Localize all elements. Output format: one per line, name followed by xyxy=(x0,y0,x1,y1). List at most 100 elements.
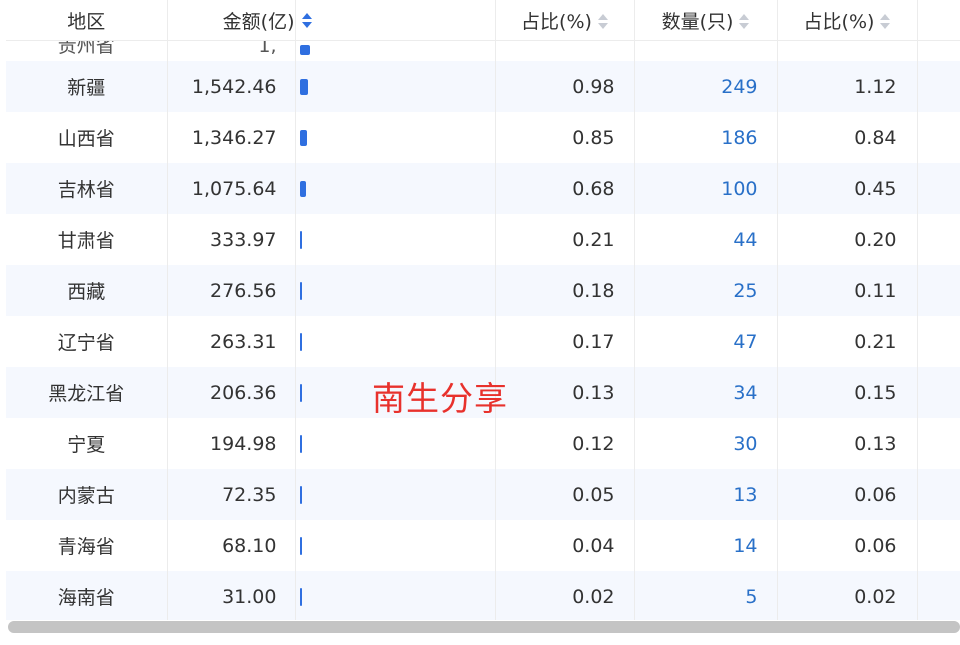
cell-count-link-text[interactable]: 186 xyxy=(721,127,757,149)
cell-pct2-text: 0.15 xyxy=(854,381,897,404)
horizontal-scrollbar[interactable] xyxy=(8,621,960,633)
cell-pct1: 0.04 xyxy=(495,520,635,571)
table-row[interactable]: 山西省 1,346.27 0.85 186 0.84 xyxy=(6,112,960,163)
scrollbar-thumb[interactable] xyxy=(8,621,960,633)
cell-extra xyxy=(917,316,960,367)
table-row[interactable]: 新疆 1,542.46 0.98 249 1.12 xyxy=(6,61,960,112)
cell-amount: 72.35 xyxy=(167,469,296,520)
cell-amount-text: 333.97 xyxy=(210,228,277,251)
cell-pct1-text: 0.68 xyxy=(572,177,615,200)
cell-region: 黑龙江省 xyxy=(6,367,168,418)
cell-count-link[interactable]: 30 xyxy=(634,418,778,469)
amount-bar xyxy=(299,485,302,504)
cell-extra xyxy=(917,265,960,316)
amount-bar xyxy=(299,129,307,146)
table-body: 贵州省 1, 新疆 1,542.46 0.98 249 1.12 山西省 1,346.27 0… xyxy=(6,40,960,620)
cell-count-link-text[interactable]: 34 xyxy=(733,382,757,404)
table-row-partial[interactable]: 贵州省 1, xyxy=(6,40,960,61)
sort-desc-icon[interactable] xyxy=(301,12,312,30)
cell-count-link-text[interactable]: 14 xyxy=(733,535,757,557)
cell-count-link-text[interactable]: 5 xyxy=(745,586,757,608)
cell-count-link-text[interactable]: 13 xyxy=(733,484,757,506)
cell-count-link[interactable]: 5 xyxy=(634,571,778,620)
cell-pct1: 0.05 xyxy=(495,469,635,520)
cell-amount: 1, xyxy=(167,40,296,61)
cell-pct2-text: 0.11 xyxy=(854,279,897,302)
cell-bar xyxy=(295,214,496,265)
column-header-pct2-label: 占比(%) xyxy=(803,10,875,33)
column-header-count-label: 数量(只) xyxy=(661,10,734,33)
column-header-amount-sort[interactable] xyxy=(295,0,496,41)
table-row[interactable]: 海南省 31.00 0.02 5 0.02 xyxy=(6,571,960,620)
cell-pct2: 0.15 xyxy=(777,367,918,418)
table-row[interactable]: 辽宁省 263.31 0.17 47 0.21 xyxy=(6,316,960,367)
cell-region-text: 贵州省 xyxy=(57,40,115,57)
table-row[interactable]: 西藏 276.56 0.18 25 0.11 xyxy=(6,265,960,316)
cell-amount: 206.36 xyxy=(167,367,296,418)
cell-bar xyxy=(295,40,496,61)
cell-bar xyxy=(295,265,496,316)
cell-count-link[interactable]: 47 xyxy=(634,316,778,367)
cell-count-link[interactable]: 44 xyxy=(634,214,778,265)
column-header-pct1-label: 占比(%) xyxy=(521,10,592,33)
table-row[interactable]: 内蒙古 72.35 0.05 13 0.06 xyxy=(6,469,960,520)
cell-amount-text: 68.10 xyxy=(222,534,277,557)
cell-pct1: 0.18 xyxy=(495,265,635,316)
cell-count-link-text[interactable]: 44 xyxy=(733,229,757,251)
cell-amount: 263.31 xyxy=(167,316,296,367)
data-table-container: 地区 金额(亿) 占比(%) 数量(只) 占比(%) 贵州省 1, 新疆 1,54… xyxy=(6,0,960,620)
sort-icon[interactable] xyxy=(739,13,750,31)
cell-pct2-text: 0.02 xyxy=(854,585,897,608)
cell-count-link[interactable]: 25 xyxy=(634,265,778,316)
cell-pct1: 0.68 xyxy=(495,163,635,214)
column-header-amount-label: 金额(亿) xyxy=(222,10,295,33)
table-row[interactable]: 青海省 68.10 0.04 14 0.06 xyxy=(6,520,960,571)
amount-bar xyxy=(299,332,302,351)
cell-region-text: 宁夏 xyxy=(67,434,106,456)
cell-count-link[interactable]: 14 xyxy=(634,520,778,571)
cell-extra xyxy=(917,469,960,520)
table-row[interactable]: 吉林省 1,075.64 0.68 100 0.45 xyxy=(6,163,960,214)
cell-pct2-text: 0.21 xyxy=(854,330,897,353)
cell-count-link-text[interactable]: 249 xyxy=(721,76,757,98)
cell-pct2-text: 0.13 xyxy=(854,432,897,455)
cell-pct1-text: 0.05 xyxy=(572,483,615,506)
column-header-pct1[interactable]: 占比(%) xyxy=(495,0,635,41)
table-row[interactable]: 宁夏 194.98 0.12 30 0.13 xyxy=(6,418,960,469)
sort-icon[interactable] xyxy=(597,13,608,31)
cell-region-text: 辽宁省 xyxy=(57,332,115,354)
cell-count-link-text[interactable]: 25 xyxy=(733,280,757,302)
cell-count-link[interactable]: 34 xyxy=(634,367,778,418)
cell-amount-text: 1,075.64 xyxy=(191,177,277,200)
column-header-pct2[interactable]: 占比(%) xyxy=(777,0,918,41)
cell-count-link[interactable]: 186 xyxy=(634,112,778,163)
cell-amount: 1,542.46 xyxy=(167,61,296,112)
cell-count-link-text[interactable]: 47 xyxy=(733,331,757,353)
column-header-amount[interactable]: 金额(亿) xyxy=(167,0,296,41)
cell-amount-text: 276.56 xyxy=(210,279,277,302)
cell-count-link[interactable]: 100 xyxy=(634,163,778,214)
cell-pct1-text: 0.12 xyxy=(572,432,615,455)
cell-amount: 333.97 xyxy=(167,214,296,265)
cell-amount-text: 194.98 xyxy=(210,432,277,455)
cell-extra xyxy=(917,418,960,469)
cell-region: 青海省 xyxy=(6,520,168,571)
cell-region: 内蒙古 xyxy=(6,469,168,520)
cell-bar xyxy=(295,316,496,367)
cell-pct2: 0.11 xyxy=(777,265,918,316)
cell-pct1: 0.21 xyxy=(495,214,635,265)
cell-bar xyxy=(295,469,496,520)
cell-amount-text: 1, xyxy=(258,40,277,57)
table-row[interactable]: 甘肃省 333.97 0.21 44 0.20 xyxy=(6,214,960,265)
cell-count-link-text[interactable]: 30 xyxy=(733,433,757,455)
cell-count-link-text[interactable]: 100 xyxy=(721,178,757,200)
cell-bar xyxy=(295,571,496,620)
sort-icon[interactable] xyxy=(880,13,891,31)
cell-count-link[interactable]: 249 xyxy=(634,61,778,112)
column-header-count[interactable]: 数量(只) xyxy=(634,0,778,41)
cell-region: 西藏 xyxy=(6,265,168,316)
cell-pct2: 0.13 xyxy=(777,418,918,469)
cell-pct1-text: 0.98 xyxy=(572,75,615,98)
cell-count-link[interactable]: 13 xyxy=(634,469,778,520)
watermark-text: 南生分享 xyxy=(372,379,508,418)
